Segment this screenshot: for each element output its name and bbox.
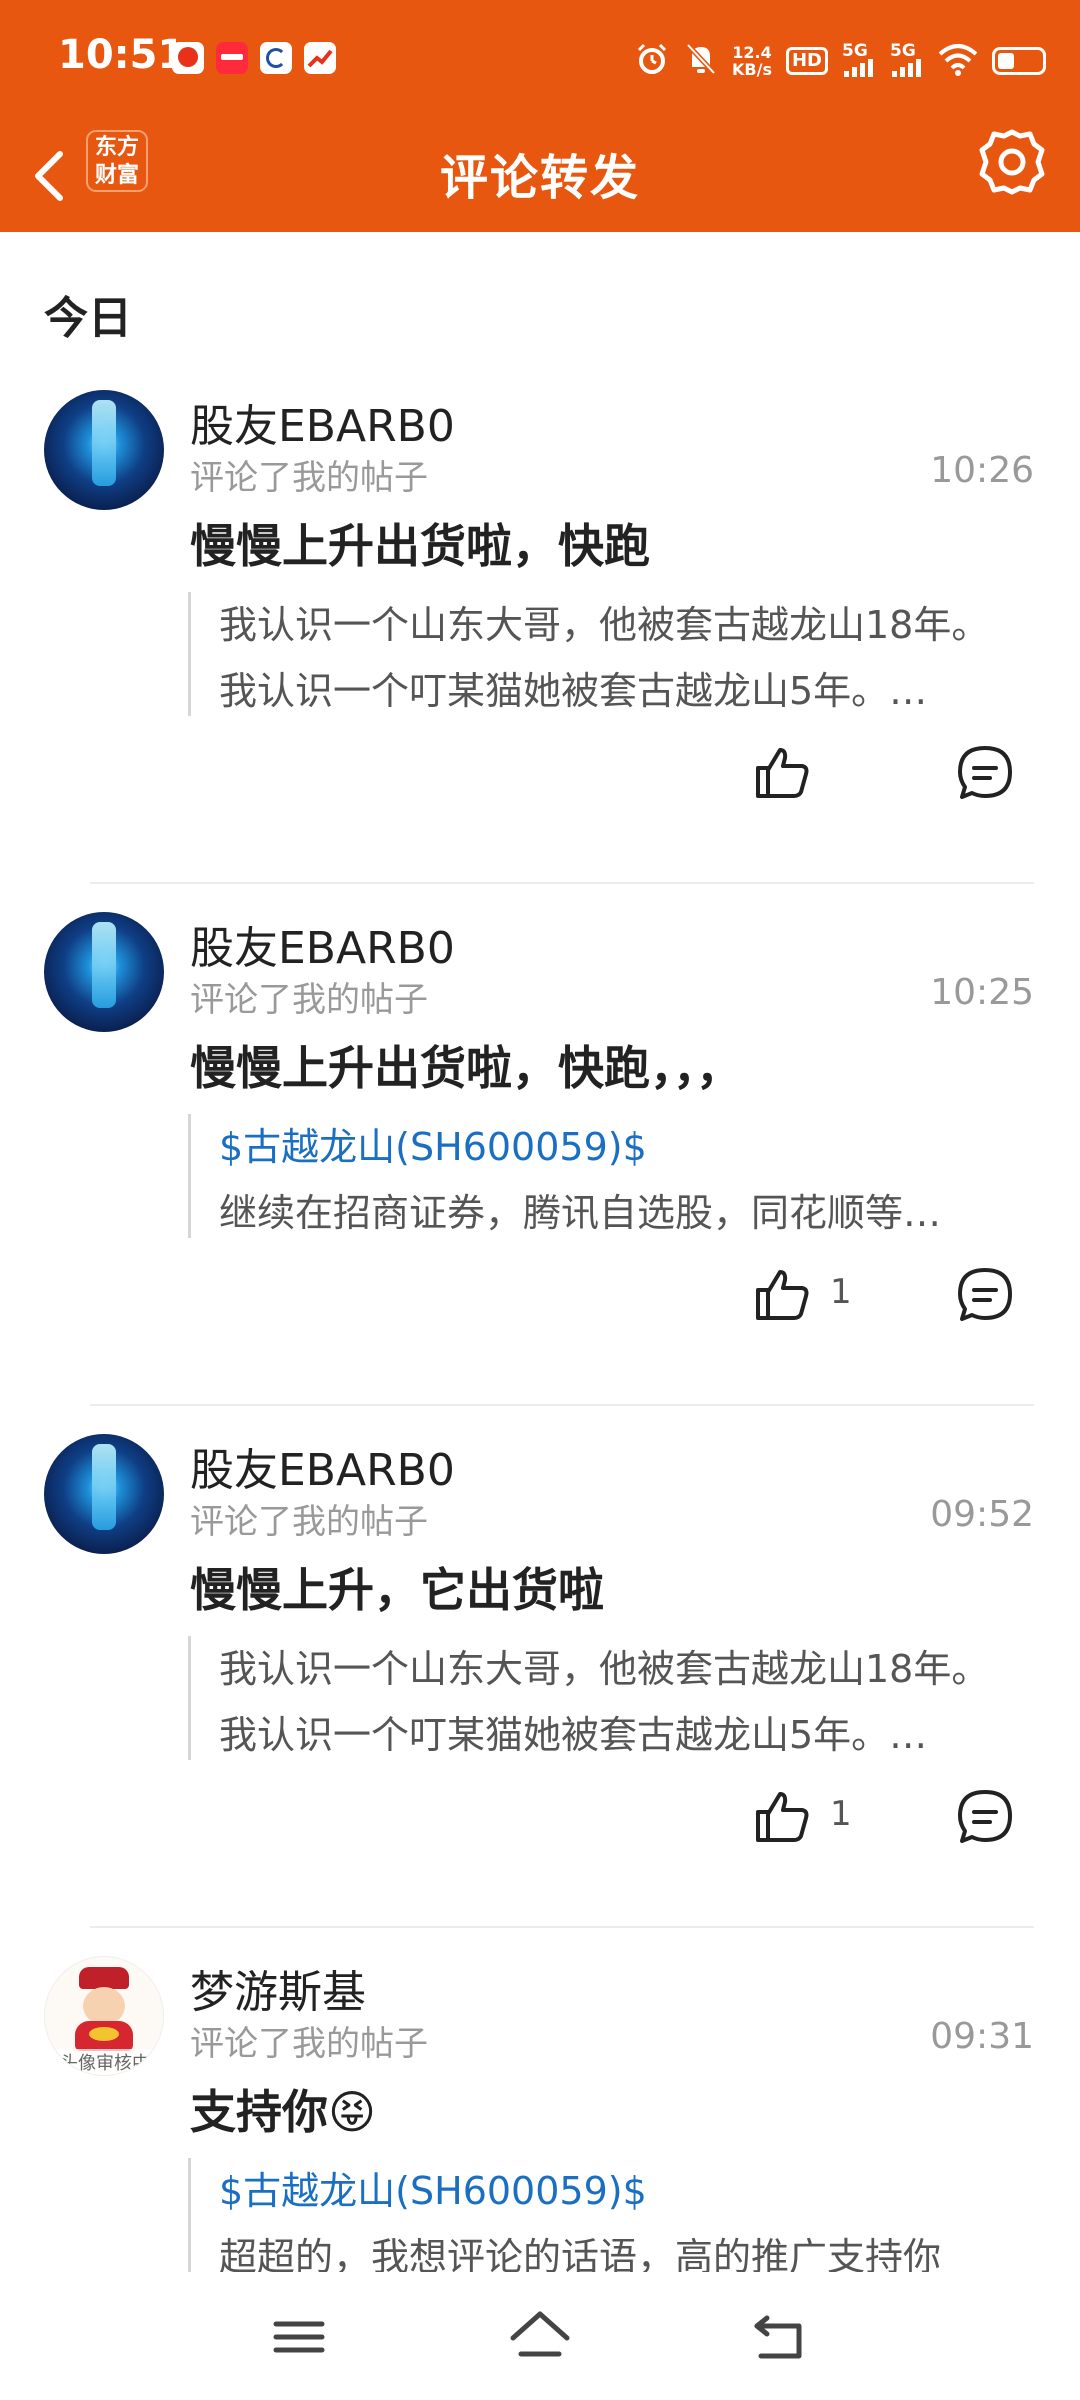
- quote-line: 我认识一个叮某猫她被套古越龙山5年。…: [219, 1713, 928, 1757]
- signal-icon: 5G: [890, 40, 924, 80]
- settings-button[interactable]: [976, 126, 1048, 198]
- app-topbar: 10:51 12.4 KB/s HD 5G 5G 东方 财富 评论转发: [0, 0, 1080, 232]
- quoted-post[interactable]: 我认识一个山东大哥，他被套古越龙山18年。 我认识一个叮某猫她被套古越龙山5年。…: [188, 1636, 1080, 1760]
- reply-button[interactable]: [954, 1786, 1020, 1850]
- app-c-icon: [260, 42, 292, 74]
- avatar[interactable]: [44, 390, 164, 510]
- like-count: 1: [830, 1272, 852, 1312]
- page-title: 评论转发: [439, 150, 640, 206]
- action-text: 评论了我的帖子: [190, 2024, 428, 2064]
- section-title-today: 今日: [44, 293, 132, 344]
- comment-text[interactable]: 支持你😝: [190, 2076, 376, 2142]
- notification-list[interactable]: 今日 股友EBARB0 评论了我的帖子 10:26 慢慢上升出货啦，快跑 我认识…: [0, 232, 1080, 2272]
- like-count: 1: [830, 1794, 852, 1834]
- battery-icon: [992, 47, 1046, 75]
- quoted-post[interactable]: $古越龙山(SH600059)$ 超超的，我想评论的话语，高的推广支持你: [188, 2158, 1080, 2272]
- quote-line: 继续在招商证券，腾讯自选股，同花顺等…: [219, 1191, 942, 1235]
- timestamp: 09:52: [930, 1494, 1034, 1535]
- status-bar: 10:51 12.4 KB/s HD 5G 5G: [0, 0, 1080, 120]
- user-name[interactable]: 股友EBARB0: [190, 1434, 455, 1498]
- home-icon: [510, 2311, 570, 2357]
- back-nav-button[interactable]: [745, 2302, 815, 2372]
- timestamp: 09:31: [930, 2016, 1034, 2057]
- alarm-icon: [634, 41, 670, 81]
- menu-button[interactable]: [264, 2302, 334, 2372]
- stock-link[interactable]: $古越龙山(SH600059)$: [219, 2158, 1080, 2224]
- action-text: 评论了我的帖子: [190, 1502, 428, 1542]
- signal-icon: 5G: [842, 40, 876, 80]
- mute-bell-icon: [684, 41, 718, 81]
- quote-line: 我认识一个山东大哥，他被套古越龙山18年。: [219, 1647, 990, 1691]
- thumbs-up-icon: [756, 1270, 809, 1320]
- avatar-review-label: 头像审核中: [45, 2049, 163, 2075]
- app-stock-icon: [304, 42, 336, 74]
- hd-icon: HD: [785, 47, 828, 75]
- gear-icon: [979, 129, 1045, 195]
- net-speed-value: 12.4: [732, 43, 772, 62]
- action-text: 评论了我的帖子: [190, 980, 428, 1020]
- like-button[interactable]: [752, 1784, 822, 1848]
- like-button[interactable]: [752, 740, 822, 804]
- app-xiaohongshu-icon: [216, 42, 248, 74]
- thumbs-up-icon: [756, 748, 809, 798]
- app-heart-icon: [172, 42, 204, 74]
- signal-label: 5G: [842, 40, 868, 61]
- comment-text[interactable]: 慢慢上升出货啦，快跑: [190, 510, 650, 576]
- system-nav-bar: [0, 2272, 1080, 2400]
- net-speed-unit: KB/s: [732, 60, 772, 79]
- reply-button[interactable]: [954, 1264, 1020, 1328]
- action-text: 评论了我的帖子: [190, 458, 428, 498]
- quote-line: 我认识一个山东大哥，他被套古越龙山18年。: [219, 603, 990, 647]
- list-item[interactable]: 股友EBARB0 评论了我的帖子 10:26 慢慢上升出货啦，快跑 我认识一个山…: [0, 362, 1080, 884]
- comment-text[interactable]: 慢慢上升，它出货啦: [190, 1554, 604, 1620]
- back-icon: [754, 2315, 802, 2359]
- quoted-post[interactable]: 我认识一个山东大哥，他被套古越龙山18年。 我认识一个叮某猫她被套古越龙山5年。…: [188, 592, 1080, 716]
- stock-link[interactable]: $古越龙山(SH600059)$: [219, 1114, 1080, 1180]
- quote-line: 我认识一个叮某猫她被套古越龙山5年。…: [219, 669, 928, 713]
- list-item[interactable]: 股友EBARB0 评论了我的帖子 09:52 慢慢上升，它出货啦 我认识一个山东…: [0, 1406, 1080, 1928]
- reply-button[interactable]: [954, 742, 1020, 806]
- user-name[interactable]: 股友EBARB0: [190, 390, 455, 454]
- status-icons: 12.4 KB/s HD 5G 5G: [634, 36, 1046, 86]
- avatar[interactable]: 头像审核中: [44, 1956, 164, 2076]
- comment-text[interactable]: 慢慢上升出货啦，快跑，，，: [190, 1032, 742, 1098]
- home-button[interactable]: [505, 2302, 575, 2372]
- net-speed: 12.4 KB/s: [732, 44, 772, 78]
- user-name[interactable]: 梦游斯基: [190, 1956, 366, 2020]
- list-item[interactable]: 股友EBARB0 评论了我的帖子 10:25 慢慢上升出货啦，快跑，，， $古越…: [0, 884, 1080, 1406]
- avatar[interactable]: [44, 1434, 164, 1554]
- comment-icon: [958, 746, 1012, 799]
- quoted-post[interactable]: $古越龙山(SH600059)$ 继续在招商证券，腾讯自选股，同花顺等…: [188, 1114, 1080, 1238]
- comment-icon: [958, 1790, 1012, 1843]
- status-time: 10:51: [58, 32, 186, 78]
- signal-label: 5G: [890, 40, 916, 61]
- comment-icon: [958, 1268, 1012, 1321]
- list-item[interactable]: 头像审核中 梦游斯基 评论了我的帖子 09:31 支持你😝 $古越龙山(SH60…: [0, 1928, 1080, 2272]
- wifi-icon: [938, 42, 978, 80]
- timestamp: 10:25: [930, 972, 1034, 1013]
- timestamp: 10:26: [930, 450, 1034, 491]
- like-button[interactable]: [752, 1262, 822, 1326]
- thumbs-up-icon: [756, 1792, 809, 1842]
- user-name[interactable]: 股友EBARB0: [190, 912, 455, 976]
- avatar[interactable]: [44, 912, 164, 1032]
- menu-icon: [273, 2321, 325, 2353]
- quote-line: 超超的，我想评论的话语，高的推广支持你: [219, 2235, 942, 2272]
